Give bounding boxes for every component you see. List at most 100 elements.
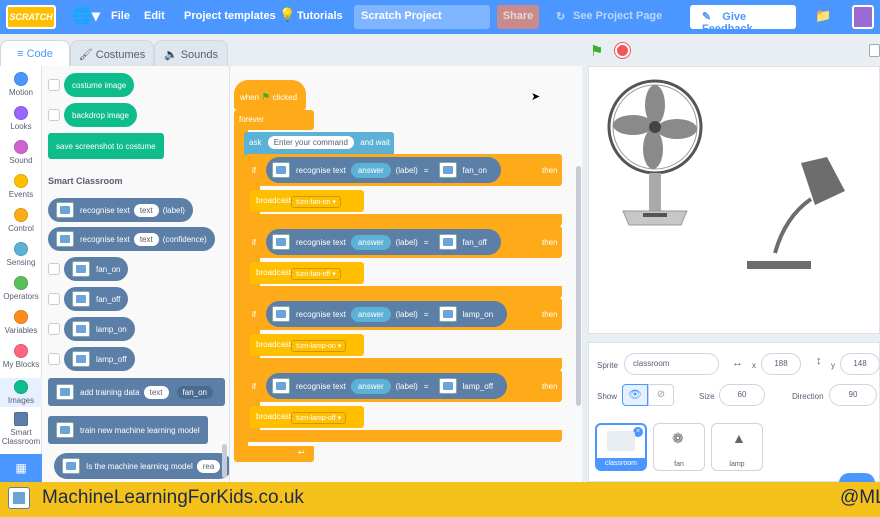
- if-bottom: [246, 214, 562, 226]
- recognise-label-block[interactable]: recognise text text (label): [48, 198, 193, 222]
- answer-reporter[interactable]: answer: [350, 378, 391, 394]
- project-templates-menu[interactable]: Project templates: [184, 10, 276, 22]
- stage[interactable]: [588, 66, 880, 334]
- size-input[interactable]: 60: [719, 384, 765, 406]
- message-dropdown[interactable]: turn-fan-off ▾: [291, 268, 341, 280]
- class-reporter[interactable]: fan_on: [463, 166, 487, 175]
- category-sound[interactable]: Sound: [0, 140, 42, 165]
- tab-sounds[interactable]: 🔈 Sounds: [154, 40, 228, 68]
- costume-image-block[interactable]: costume image: [64, 73, 135, 97]
- show-label: Show: [597, 392, 618, 401]
- block-text: recognise text: [296, 237, 346, 247]
- model-dropdown[interactable]: rea: [196, 459, 221, 473]
- file-menu[interactable]: File: [111, 10, 130, 22]
- category-motion[interactable]: Motion: [0, 72, 42, 97]
- broadcast-block[interactable]: broadcast turn-fan-on ▾: [250, 190, 364, 212]
- ask-and-wait-block[interactable]: ask Enter your command and wait: [244, 132, 394, 156]
- tutorials-menu[interactable]: Tutorials: [297, 10, 343, 22]
- broadcast-block[interactable]: broadcast turn-fan-off ▾: [250, 262, 364, 284]
- script-area[interactable]: when ⚑ clicked forever ↩ ask Enter your …: [230, 66, 792, 482]
- train-new-model-block[interactable]: train new machine learning model: [48, 416, 208, 444]
- text-input[interactable]: text: [143, 385, 169, 399]
- y-input[interactable]: 148: [840, 353, 880, 375]
- palette-scrollbar[interactable]: [222, 444, 227, 478]
- lamp-on-reporter[interactable]: lamp_on: [64, 317, 135, 341]
- scratch-logo[interactable]: SCRATCH: [6, 5, 56, 29]
- stage-size-toggle[interactable]: [869, 44, 880, 57]
- is-model-ready-block[interactable]: Is the machine learning model rea: [54, 453, 229, 479]
- lamp-off-reporter[interactable]: lamp_off: [64, 347, 135, 371]
- equals-condition[interactable]: recognise text answer (label) = fan_on: [266, 157, 501, 183]
- equals-condition[interactable]: recognise text answer (label) = lamp_off: [266, 373, 508, 399]
- stop-icon[interactable]: [615, 43, 630, 58]
- edit-menu[interactable]: Edit: [144, 10, 165, 22]
- show-hidden-button[interactable]: ⊘: [648, 384, 674, 406]
- save-screenshot-block[interactable]: save screenshot to costume: [48, 133, 164, 159]
- category-images[interactable]: Images: [0, 378, 42, 407]
- text-input[interactable]: text: [133, 203, 159, 217]
- globe-icon[interactable]: 🌐▾: [72, 6, 100, 26]
- equals-sign: =: [423, 381, 429, 391]
- ml-icon: [72, 291, 90, 307]
- checkbox[interactable]: [48, 353, 60, 365]
- sprite-name-input[interactable]: classroom: [624, 353, 719, 375]
- give-feedback-button[interactable]: ✎ Give Feedback: [690, 5, 796, 35]
- equals-condition[interactable]: recognise text answer (label) = lamp_on: [266, 301, 508, 327]
- ml-icon: [56, 202, 74, 218]
- category-variables[interactable]: Variables: [0, 310, 42, 335]
- recognise-confidence-block[interactable]: recognise text text (confidence): [48, 227, 215, 251]
- x-input[interactable]: 188: [761, 353, 801, 375]
- backdrop-image-block[interactable]: backdrop image: [64, 103, 137, 127]
- answer-reporter[interactable]: answer: [350, 162, 391, 178]
- category-sensing[interactable]: Sensing: [0, 242, 42, 267]
- label-dropdown[interactable]: fan_on: [176, 385, 213, 399]
- class-reporter[interactable]: lamp_on: [463, 310, 494, 319]
- sprite-thumb-fan[interactable]: ❁ fan: [653, 423, 705, 471]
- equals-condition[interactable]: recognise text answer (label) = fan_off: [266, 229, 501, 255]
- category-my-blocks[interactable]: My Blocks: [0, 344, 42, 369]
- account-avatar[interactable]: [852, 5, 874, 29]
- message-dropdown[interactable]: turn-lamp-on ▾: [291, 340, 347, 352]
- answer-reporter[interactable]: answer: [350, 306, 391, 322]
- sprite-thumb-classroom[interactable]: × classroom: [595, 423, 647, 471]
- green-flag-icon[interactable]: ⚑: [590, 42, 603, 60]
- message-name: turn-lamp-off: [296, 415, 336, 422]
- sprite-thumb-lamp[interactable]: ▲ lamp: [711, 423, 763, 471]
- checkbox[interactable]: [48, 323, 60, 335]
- eye-slash-icon: ⊘: [656, 389, 666, 400]
- message-dropdown[interactable]: turn-lamp-off ▾: [291, 412, 347, 424]
- class-reporter[interactable]: lamp_off: [463, 382, 494, 391]
- x-arrows-icon: ↔: [732, 357, 743, 369]
- checkbox[interactable]: [48, 263, 60, 275]
- category-control[interactable]: Control: [0, 208, 42, 233]
- checkbox[interactable]: [48, 79, 60, 91]
- project-title-input[interactable]: Scratch Project: [354, 5, 490, 29]
- when-flag-clicked-block[interactable]: when ⚑ clicked: [234, 80, 306, 110]
- message-dropdown[interactable]: turn-fan-on ▾: [291, 196, 341, 208]
- fan-off-reporter[interactable]: fan_off: [64, 287, 129, 311]
- answer-reporter[interactable]: answer: [350, 234, 391, 250]
- ask-text-input[interactable]: Enter your command: [267, 136, 354, 149]
- script-scrollbar[interactable]: [576, 166, 581, 406]
- class-reporter[interactable]: fan_off: [463, 238, 487, 247]
- share-button[interactable]: Share: [497, 5, 539, 29]
- tab-code[interactable]: ≡ Code: [0, 40, 70, 68]
- category-events[interactable]: Events: [0, 174, 42, 199]
- fan-on-reporter[interactable]: fan_on: [64, 257, 129, 281]
- folder-icon[interactable]: 📁: [815, 8, 831, 24]
- broadcast-block[interactable]: broadcast turn-lamp-off ▾: [250, 406, 364, 428]
- see-project-page-link[interactable]: See Project Page: [573, 10, 662, 22]
- show-visible-button[interactable]: 👁: [622, 384, 648, 406]
- add-training-data-block[interactable]: add training data text fan_on: [48, 378, 225, 406]
- tab-costumes[interactable]: 🖌 Costumes: [70, 40, 154, 68]
- category-smart-classroom[interactable]: Smart Classroom: [0, 412, 42, 446]
- broadcast-block[interactable]: broadcast turn-lamp-on ▾: [250, 334, 364, 356]
- extension-button[interactable]: ▦: [0, 454, 42, 482]
- category-operators[interactable]: Operators: [0, 276, 42, 301]
- checkbox[interactable]: [48, 293, 60, 305]
- direction-input[interactable]: 90: [829, 384, 877, 406]
- text-input[interactable]: text: [133, 232, 159, 246]
- category-looks[interactable]: Looks: [0, 106, 42, 131]
- category-label: Smart Classroom: [1, 428, 41, 446]
- checkbox[interactable]: [48, 109, 60, 121]
